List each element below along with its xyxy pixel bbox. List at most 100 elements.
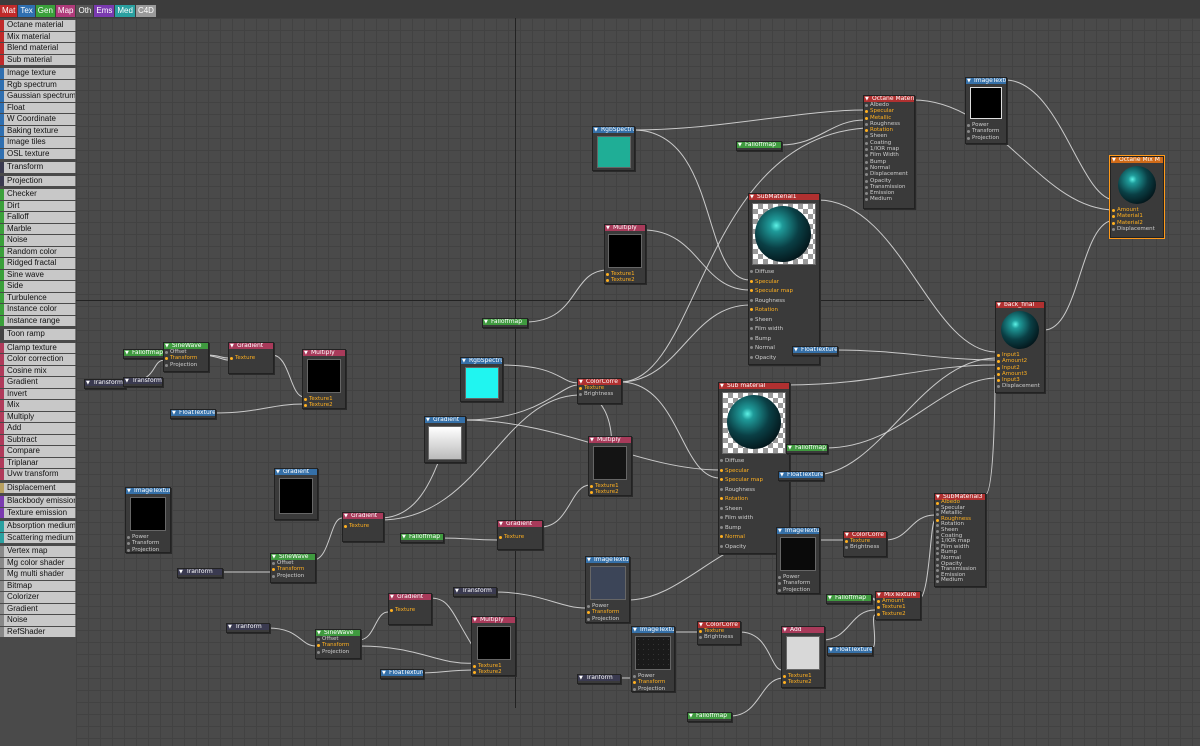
pin-rotation[interactable]: Rotation bbox=[749, 306, 819, 316]
palette-item-image-texture[interactable]: Image texture bbox=[0, 68, 76, 79]
palette-item-sub-material[interactable]: Sub material bbox=[0, 54, 76, 65]
palette-item-marble[interactable]: Marble bbox=[0, 223, 76, 234]
palette-item-compare[interactable]: Compare bbox=[0, 446, 76, 457]
node-imagetexture-top[interactable]: ImageTexture Power Transform Projection bbox=[965, 77, 1007, 144]
pin-texture2[interactable]: Texture2 bbox=[605, 277, 645, 283]
node-colorcorre-bottom[interactable]: ColorCorre Texture Brightness bbox=[697, 621, 741, 645]
pin-roughness[interactable]: Roughness bbox=[719, 486, 789, 496]
palette-item-texture-emission[interactable]: Texture emission bbox=[0, 507, 76, 518]
pin-rotation[interactable]: Rotation bbox=[719, 495, 789, 505]
node-colorcorre-mid[interactable]: ColorCorre Texture Brightness bbox=[577, 378, 622, 404]
node-transform-bottom[interactable]: Tranform bbox=[226, 623, 270, 633]
palette-item-projection[interactable]: Projection bbox=[0, 175, 76, 186]
pin-displacement[interactable]: Displacement bbox=[996, 383, 1044, 389]
palette-item-baking-texture[interactable]: Baking texture bbox=[0, 125, 76, 136]
node-gradient-center[interactable]: Gradient bbox=[424, 416, 466, 463]
node-transform-mid[interactable]: Tranform bbox=[177, 568, 223, 578]
node-submaterial1[interactable]: SubMaterial1 Diffuse Specular Specular m… bbox=[748, 193, 820, 365]
pin-roughness[interactable]: Roughness bbox=[749, 297, 819, 307]
palette-item-instance-range[interactable]: Instance range bbox=[0, 315, 76, 326]
palette-item-instance-color[interactable]: Instance color bbox=[0, 304, 76, 315]
pin-film-width[interactable]: Film width bbox=[719, 514, 789, 524]
pin-diffuse[interactable]: Diffuse bbox=[749, 268, 819, 278]
pin-bump[interactable]: Bump bbox=[749, 335, 819, 345]
palette-item-blend-material[interactable]: Blend material bbox=[0, 43, 76, 54]
tab-c4d[interactable]: C4D bbox=[135, 5, 156, 17]
palette-item-mg-multi-shader[interactable]: Mg multi shader bbox=[0, 569, 76, 580]
pin-film-width[interactable]: Film width bbox=[749, 325, 819, 335]
palette-item-gaussian-spectrum[interactable]: Gaussian spectrum bbox=[0, 91, 76, 102]
palette-item-checker[interactable]: Checker bbox=[0, 189, 76, 200]
palette-item-sine-wave[interactable]: Sine wave bbox=[0, 269, 76, 280]
pin-sheen[interactable]: Sheen bbox=[719, 505, 789, 515]
node-gradient-left[interactable]: Gradient Texture bbox=[228, 342, 274, 374]
pin-projection[interactable]: Projection bbox=[271, 573, 315, 579]
palette-item-noise[interactable]: Noise bbox=[0, 235, 76, 246]
palette-item-add[interactable]: Add bbox=[0, 423, 76, 434]
node-falloffmap-left[interactable]: Falloffmap bbox=[123, 349, 165, 359]
pin-projection[interactable]: Projection bbox=[586, 616, 629, 622]
pin-displacement[interactable]: Displacement bbox=[1111, 226, 1163, 232]
palette-item-subtract[interactable]: Subtract bbox=[0, 434, 76, 445]
pin-brightness[interactable]: Brightness bbox=[844, 544, 886, 550]
palette-item-mg-color-shader[interactable]: Mg color shader bbox=[0, 557, 76, 568]
palette-item-octane-material[interactable]: Octane material bbox=[0, 20, 76, 31]
node-imagetexture-left[interactable]: ImageTexture Power Transform Projection bbox=[125, 487, 171, 553]
node-falloffmap-br[interactable]: Falloffmap bbox=[826, 594, 872, 604]
node-floattexture-br[interactable]: FloatTexture bbox=[827, 646, 873, 656]
palette-item-vertex-map[interactable]: Vertex map bbox=[0, 546, 76, 557]
node-transform-left2[interactable]: Transform bbox=[123, 377, 163, 387]
palette-item-turbulence[interactable]: Turbulence bbox=[0, 292, 76, 303]
node-multiply-bottom[interactable]: Multiply Texture1 Texture2 bbox=[471, 616, 516, 676]
pin-texture[interactable]: Texture bbox=[343, 523, 383, 529]
pin-specular-map[interactable]: Specular map bbox=[749, 287, 819, 297]
node-transform-center[interactable]: Transform bbox=[453, 587, 497, 597]
node-floattexture-bottom[interactable]: FloatTexture bbox=[380, 669, 424, 679]
node-sinewave-mid[interactable]: SineWave Offset Transform Projection bbox=[270, 553, 316, 583]
node-imagetexture-noise[interactable]: ImageTexture Power Transform Projection bbox=[776, 527, 820, 594]
palette-item-scattering-medium[interactable]: Scattering medium bbox=[0, 532, 76, 543]
pin-diffuse[interactable]: Diffuse bbox=[719, 457, 789, 467]
pin-texture[interactable]: Texture bbox=[498, 534, 542, 540]
palette-item-triplanar[interactable]: Triplanar bbox=[0, 457, 76, 468]
tab-tex[interactable]: Tex bbox=[18, 5, 35, 17]
node-submaterial3[interactable]: SubMaterial3 Albedo Specular Metallic Ro… bbox=[934, 493, 986, 587]
palette-item-colorizer[interactable]: Colorizer bbox=[0, 592, 76, 603]
node-imagetexture-bottom[interactable]: ImageTexture Power Transform Projection bbox=[631, 626, 675, 692]
palette-item-gradient[interactable]: Gradient bbox=[0, 603, 76, 614]
palette-item-dirt[interactable]: Dirt bbox=[0, 200, 76, 211]
node-gradient-bottom[interactable]: Gradient Texture bbox=[388, 593, 432, 625]
node-transform-left[interactable]: Transform bbox=[84, 379, 126, 389]
node-mixtexture[interactable]: MixTexture Amount Texture1 Texture2 bbox=[875, 591, 921, 620]
palette-item-float[interactable]: Float bbox=[0, 102, 76, 113]
tab-ems[interactable]: Ems bbox=[94, 5, 115, 17]
pin-texture2[interactable]: Texture2 bbox=[782, 679, 824, 685]
palette-item-toon-ramp[interactable]: Toon ramp bbox=[0, 329, 76, 340]
pin-projection[interactable]: Projection bbox=[632, 686, 674, 692]
palette-item-image-tiles[interactable]: Image tiles bbox=[0, 137, 76, 148]
palette-item-cosine-mix[interactable]: Cosine mix bbox=[0, 365, 76, 376]
palette-item-osl-texture[interactable]: OSL texture bbox=[0, 148, 76, 159]
pin-sheen[interactable]: Sheen bbox=[749, 316, 819, 326]
node-transform-bottom2[interactable]: Tranform bbox=[577, 674, 621, 684]
node-octane-mix[interactable]: Octane Mix M Amount Material1 Material2 … bbox=[1109, 155, 1165, 239]
palette-item-random-color[interactable]: Random color bbox=[0, 246, 76, 257]
node-gradient-low[interactable]: Gradient Texture bbox=[497, 520, 543, 550]
palette-item-absorption-medium[interactable]: Absorption medium bbox=[0, 521, 76, 532]
node-falloffmap-top[interactable]: Falloffmap bbox=[736, 141, 782, 151]
palette-item-transform[interactable]: Transform bbox=[0, 162, 76, 173]
pin-specular[interactable]: Specular bbox=[749, 278, 819, 288]
node-floattexture-right[interactable]: FloatTexture bbox=[778, 471, 824, 481]
palette-item-color-correction[interactable]: Color correction bbox=[0, 354, 76, 365]
palette-item-w-coordinate[interactable]: W Coordinate bbox=[0, 114, 76, 125]
node-multiply-left[interactable]: Multiply Texture1 Texture2 bbox=[302, 349, 346, 409]
pin-projection[interactable]: Projection bbox=[126, 547, 170, 553]
pin-texture2[interactable]: Texture2 bbox=[876, 611, 920, 617]
pin-texture2[interactable]: Texture2 bbox=[472, 669, 515, 675]
node-gradient-small[interactable]: Gradient Texture bbox=[342, 512, 384, 542]
node-falloffmap-bottom[interactable]: Falloffmap bbox=[687, 712, 732, 722]
node-multiply-center[interactable]: Multiply Texture1 Texture2 bbox=[588, 436, 632, 496]
palette-item-uvw-transform[interactable]: Uvw transform bbox=[0, 469, 76, 480]
node-multiply-mid[interactable]: Multiply Texture1 Texture2 bbox=[604, 224, 646, 284]
palette-item-invert[interactable]: Invert bbox=[0, 388, 76, 399]
